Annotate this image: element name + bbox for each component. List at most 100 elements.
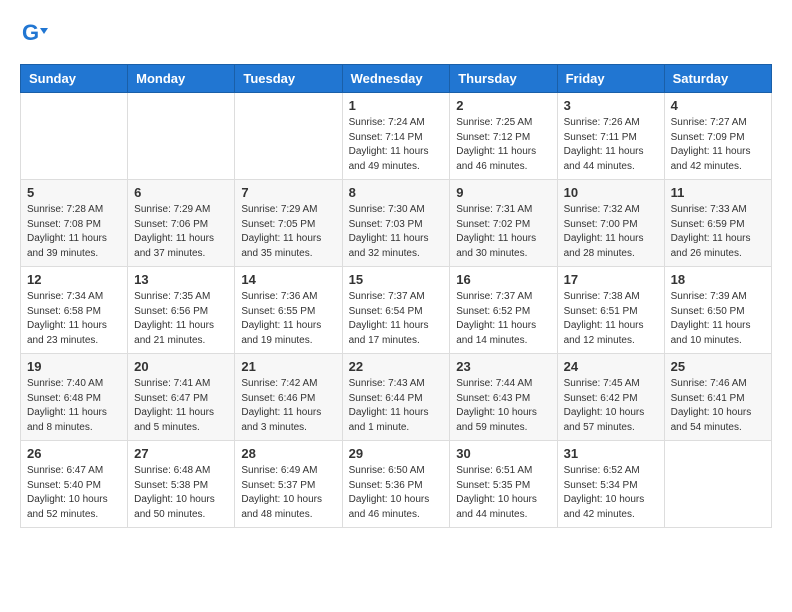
calendar-cell: 8Sunrise: 7:30 AM Sunset: 7:03 PM Daylig…: [342, 180, 450, 267]
day-number: 23: [456, 359, 550, 374]
day-info: Sunrise: 6:49 AM Sunset: 5:37 PM Dayligh…: [241, 464, 335, 522]
day-number: 2: [456, 98, 550, 113]
day-number: 3: [564, 98, 658, 113]
day-number: 8: [349, 185, 444, 200]
day-info: Sunrise: 7:29 AM Sunset: 7:05 PM Dayligh…: [241, 203, 335, 261]
weekday-header: Thursday: [450, 65, 557, 93]
calendar-cell: 22 Sunrise: 7:43 AM Sunset: 6:44 PM Dayli…: [342, 354, 450, 441]
calendar-week-row: 1 Sunrise: 7:24 AM Sunset: 7:14 PM Daylig…: [21, 93, 772, 180]
calendar-cell: 9Sunrise: 7:31 AM Sunset: 7:02 PM Daylig…: [450, 180, 557, 267]
day-info: Sunrise: 7:41 AM Sunset: 6:47 PM Dayligh…: [134, 377, 228, 435]
calendar-cell: [664, 441, 771, 528]
day-number: 18: [671, 272, 765, 287]
day-info: Sunrise: 7:40 AM Sunset: 6:48 PM Dayligh…: [27, 377, 121, 435]
day-info: Sunrise: 7:28 AM Sunset: 7:08 PM Dayligh…: [27, 203, 121, 261]
calendar-week-row: 19 Sunrise: 7:40 AM Sunset: 6:48 PM Dayli…: [21, 354, 772, 441]
calendar-cell: 23 Sunrise: 7:44 AM Sunset: 6:43 PM Dayli…: [450, 354, 557, 441]
day-info: Sunrise: 6:50 AM Sunset: 5:36 PM Dayligh…: [349, 464, 444, 522]
day-number: 22: [349, 359, 444, 374]
calendar-cell: 18 Sunrise: 7:39 AM Sunset: 6:50 PM Dayli…: [664, 267, 771, 354]
calendar-cell: 31Sunrise: 6:52 AM Sunset: 5:34 PM Dayli…: [557, 441, 664, 528]
calendar-cell: 4 Sunrise: 7:27 AM Sunset: 7:09 PM Daylig…: [664, 93, 771, 180]
day-number: 11: [671, 185, 765, 200]
day-number: 10: [564, 185, 658, 200]
day-info: Sunrise: 7:44 AM Sunset: 6:43 PM Dayligh…: [456, 377, 550, 435]
day-info: Sunrise: 7:45 AM Sunset: 6:42 PM Dayligh…: [564, 377, 658, 435]
day-info: Sunrise: 7:26 AM Sunset: 7:11 PM Dayligh…: [564, 116, 658, 174]
day-info: Sunrise: 7:37 AM Sunset: 6:54 PM Dayligh…: [349, 290, 444, 348]
logo-icon: G: [20, 20, 48, 48]
day-info: Sunrise: 6:51 AM Sunset: 5:35 PM Dayligh…: [456, 464, 550, 522]
day-number: 15: [349, 272, 444, 287]
weekday-header: Monday: [128, 65, 235, 93]
day-info: Sunrise: 7:42 AM Sunset: 6:46 PM Dayligh…: [241, 377, 335, 435]
calendar-cell: 1 Sunrise: 7:24 AM Sunset: 7:14 PM Daylig…: [342, 93, 450, 180]
calendar-cell: 2 Sunrise: 7:25 AM Sunset: 7:12 PM Daylig…: [450, 93, 557, 180]
day-info: Sunrise: 7:38 AM Sunset: 6:51 PM Dayligh…: [564, 290, 658, 348]
day-number: 20: [134, 359, 228, 374]
day-number: 17: [564, 272, 658, 287]
day-number: 24: [564, 359, 658, 374]
page-header: G: [20, 20, 772, 48]
day-info: Sunrise: 7:34 AM Sunset: 6:58 PM Dayligh…: [27, 290, 121, 348]
calendar-cell: 7 Sunrise: 7:29 AM Sunset: 7:05 PM Daylig…: [235, 180, 342, 267]
calendar-header-row: SundayMondayTuesdayWednesdayThursdayFrid…: [21, 65, 772, 93]
calendar-cell: 19 Sunrise: 7:40 AM Sunset: 6:48 PM Dayli…: [21, 354, 128, 441]
day-info: Sunrise: 6:47 AM Sunset: 5:40 PM Dayligh…: [27, 464, 121, 522]
calendar-cell: 25 Sunrise: 7:46 AM Sunset: 6:41 PM Dayli…: [664, 354, 771, 441]
calendar-week-row: 26Sunrise: 6:47 AM Sunset: 5:40 PM Dayli…: [21, 441, 772, 528]
day-info: Sunrise: 7:39 AM Sunset: 6:50 PM Dayligh…: [671, 290, 765, 348]
day-number: 30: [456, 446, 550, 461]
day-number: 7: [241, 185, 335, 200]
day-info: Sunrise: 7:35 AM Sunset: 6:56 PM Dayligh…: [134, 290, 228, 348]
day-number: 13: [134, 272, 228, 287]
day-number: 6: [134, 185, 228, 200]
day-info: Sunrise: 7:36 AM Sunset: 6:55 PM Dayligh…: [241, 290, 335, 348]
calendar-cell: 17 Sunrise: 7:38 AM Sunset: 6:51 PM Dayli…: [557, 267, 664, 354]
day-info: Sunrise: 7:32 AM Sunset: 7:00 PM Dayligh…: [564, 203, 658, 261]
weekday-header: Saturday: [664, 65, 771, 93]
calendar-cell: 13 Sunrise: 7:35 AM Sunset: 6:56 PM Dayli…: [128, 267, 235, 354]
day-number: 19: [27, 359, 121, 374]
day-info: Sunrise: 7:25 AM Sunset: 7:12 PM Dayligh…: [456, 116, 550, 174]
calendar-cell: 5Sunrise: 7:28 AM Sunset: 7:08 PM Daylig…: [21, 180, 128, 267]
day-number: 1: [349, 98, 444, 113]
calendar-cell: 30 Sunrise: 6:51 AM Sunset: 5:35 PM Dayli…: [450, 441, 557, 528]
calendar-cell: 3 Sunrise: 7:26 AM Sunset: 7:11 PM Daylig…: [557, 93, 664, 180]
day-number: 25: [671, 359, 765, 374]
day-info: Sunrise: 7:37 AM Sunset: 6:52 PM Dayligh…: [456, 290, 550, 348]
weekday-header: Sunday: [21, 65, 128, 93]
weekday-header: Tuesday: [235, 65, 342, 93]
day-number: 16: [456, 272, 550, 287]
calendar-cell: [235, 93, 342, 180]
calendar-cell: 20 Sunrise: 7:41 AM Sunset: 6:47 PM Dayli…: [128, 354, 235, 441]
calendar-cell: 29 Sunrise: 6:50 AM Sunset: 5:36 PM Dayli…: [342, 441, 450, 528]
calendar-table: SundayMondayTuesdayWednesdayThursdayFrid…: [20, 64, 772, 528]
day-number: 27: [134, 446, 228, 461]
day-info: Sunrise: 7:27 AM Sunset: 7:09 PM Dayligh…: [671, 116, 765, 174]
weekday-header: Friday: [557, 65, 664, 93]
day-info: Sunrise: 7:31 AM Sunset: 7:02 PM Dayligh…: [456, 203, 550, 261]
logo: G: [20, 20, 52, 48]
day-number: 4: [671, 98, 765, 113]
calendar-cell: 27 Sunrise: 6:48 AM Sunset: 5:38 PM Dayli…: [128, 441, 235, 528]
day-info: Sunrise: 6:48 AM Sunset: 5:38 PM Dayligh…: [134, 464, 228, 522]
calendar-cell: 12Sunrise: 7:34 AM Sunset: 6:58 PM Dayli…: [21, 267, 128, 354]
day-number: 21: [241, 359, 335, 374]
day-info: Sunrise: 7:46 AM Sunset: 6:41 PM Dayligh…: [671, 377, 765, 435]
day-info: Sunrise: 7:33 AM Sunset: 6:59 PM Dayligh…: [671, 203, 765, 261]
weekday-header: Wednesday: [342, 65, 450, 93]
day-info: Sunrise: 7:29 AM Sunset: 7:06 PM Dayligh…: [134, 203, 228, 261]
calendar-week-row: 5Sunrise: 7:28 AM Sunset: 7:08 PM Daylig…: [21, 180, 772, 267]
calendar-cell: 10 Sunrise: 7:32 AM Sunset: 7:00 PM Dayli…: [557, 180, 664, 267]
calendar-cell: 16 Sunrise: 7:37 AM Sunset: 6:52 PM Dayli…: [450, 267, 557, 354]
day-info: Sunrise: 7:43 AM Sunset: 6:44 PM Dayligh…: [349, 377, 444, 435]
calendar-cell: 24 Sunrise: 7:45 AM Sunset: 6:42 PM Dayli…: [557, 354, 664, 441]
calendar-cell: 11 Sunrise: 7:33 AM Sunset: 6:59 PM Dayli…: [664, 180, 771, 267]
calendar-cell: 21 Sunrise: 7:42 AM Sunset: 6:46 PM Dayli…: [235, 354, 342, 441]
day-number: 29: [349, 446, 444, 461]
day-info: Sunrise: 7:24 AM Sunset: 7:14 PM Dayligh…: [349, 116, 444, 174]
calendar-cell: 14Sunrise: 7:36 AM Sunset: 6:55 PM Dayli…: [235, 267, 342, 354]
calendar-cell: [21, 93, 128, 180]
day-number: 28: [241, 446, 335, 461]
